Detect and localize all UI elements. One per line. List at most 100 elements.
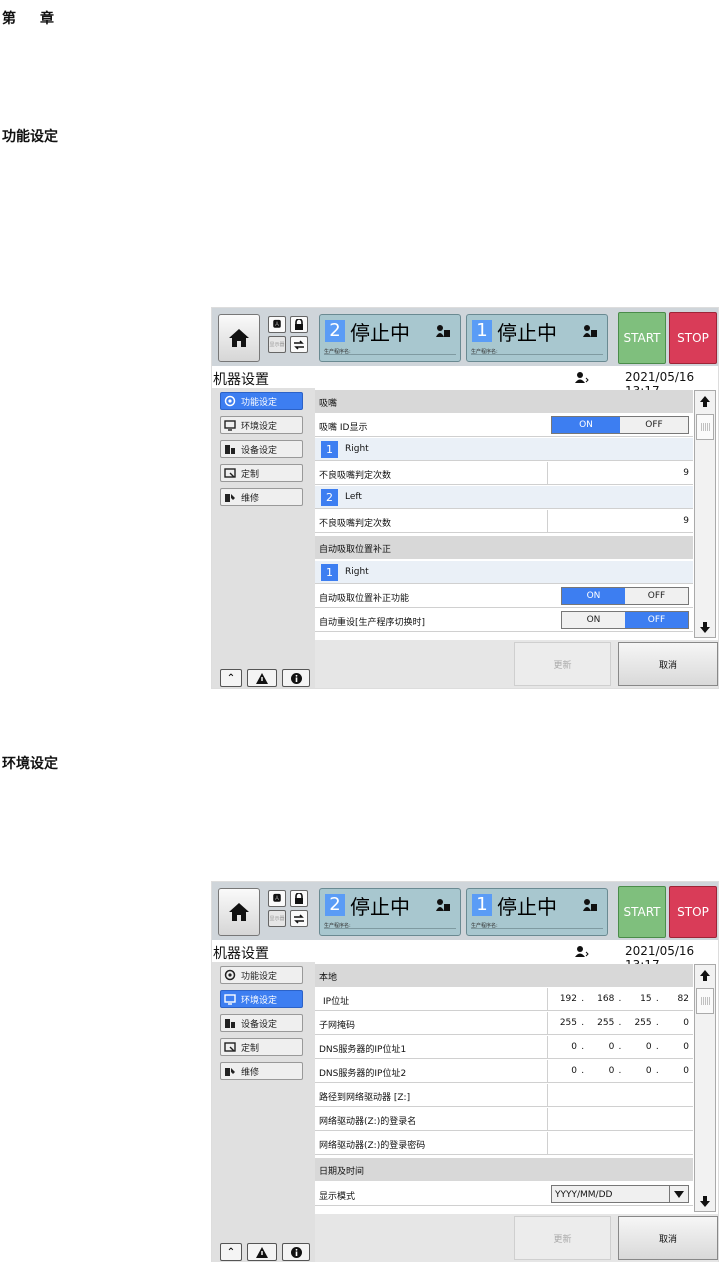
ip-address-value: 192. 168. 15. 82 [551,994,689,1004]
network-drive-password-field[interactable] [547,1132,694,1154]
network-drive-login-field[interactable] [547,1108,694,1130]
sidebar-item-custom[interactable]: 定制 [220,464,303,482]
scroll-up-button[interactable] [695,965,715,985]
scroll-thumb[interactable] [696,988,714,1014]
auto-mode-button[interactable]: 🅰 [268,890,286,907]
ip-octet: 255 [634,1018,652,1028]
setting-row: DNS服务器的IP位址2 0. 0. 0. 0 [315,1060,693,1083]
setting-label: 网络驱动器(Z:)的登录密码 [319,1141,426,1151]
cancel-button[interactable]: 取消 [618,1216,718,1260]
sidebar-item-function[interactable]: 功能设定 [220,392,303,410]
lock-button[interactable] [290,890,308,907]
lane-status-2[interactable]: 2 停止中 生产程序名: [319,888,461,936]
sidebar-item-device[interactable]: 设备设定 [220,440,303,458]
scrollbar[interactable] [694,390,716,638]
auto-mode-icon: 🅰 [273,894,281,903]
sidebar-item-device[interactable]: 设备设定 [220,1014,303,1032]
lane-status-text: 停止中 [497,895,557,919]
program-name-underline [324,928,456,929]
setting-label: 不良吸嘴判定次数 [319,519,392,529]
display-button[interactable]: 显示器 [268,910,286,927]
display-format-select[interactable]: YYYY/MM/DD [551,1185,689,1203]
setting-row: 路径到网络驱动器 [Z:] [315,1084,693,1107]
stop-button[interactable]: STOP [669,886,717,938]
bad-nozzle-count-field[interactable]: 9 [547,510,694,532]
operator-icon [583,325,597,337]
conveyor-button[interactable] [290,336,308,353]
sidebar-item-label: 维修 [241,1068,260,1078]
nozzle-id-display-toggle[interactable]: ON OFF [551,416,689,434]
stop-button[interactable]: STOP [669,312,717,364]
sidebar-item-environment[interactable]: 环境设定 [220,416,303,434]
sidebar-item-label: 设备设定 [241,446,278,456]
update-button[interactable]: 更新 [514,1216,611,1260]
setting-label: 吸嘴 ID显示 [319,423,368,433]
scroll-up-button[interactable] [695,391,715,411]
lane-status-1[interactable]: 1 停止中 生产程序名: [466,888,608,936]
dropdown-button[interactable] [669,1186,688,1202]
sidebar-item-environment[interactable]: 环境设定 [220,990,303,1008]
setting-value: 9 [683,468,689,478]
auto-pickup-correction-toggle[interactable]: ON OFF [561,587,689,605]
toggle-on[interactable]: ON [562,612,625,628]
collapse-button[interactable]: ⌃ [220,1243,242,1261]
top-bar: 🅰 显示器 2 停止中 生产程序名: 1 停止中 生产程序名: START ST… [212,882,718,940]
conveyor-button[interactable] [290,910,308,927]
display-button[interactable]: 显示器 [268,336,286,353]
sidebar-item-maintenance[interactable]: 维修 [220,488,303,506]
toggle-off[interactable]: OFF [620,417,688,433]
setting-row: 自动吸取位置补正功能 ON OFF [315,585,693,608]
ip-separator: . [618,1018,622,1028]
toggle-off[interactable]: OFF [625,588,688,604]
custom-icon [224,468,236,478]
lane-status-1[interactable]: 1 停止中 生产程序名: [466,314,608,362]
scrollbar[interactable] [694,964,716,1212]
collapse-button[interactable]: ⌃ [220,669,242,687]
update-button[interactable]: 更新 [514,642,611,686]
scroll-down-button[interactable] [695,617,715,637]
sidebar-item-maintenance[interactable]: 维修 [220,1062,303,1080]
auto-mode-button[interactable]: 🅰 [268,316,286,333]
sidebar-item-label: 设备设定 [241,1020,278,1030]
scroll-thumb[interactable] [696,414,714,440]
lock-button[interactable] [290,316,308,333]
cancel-button[interactable]: 取消 [618,642,718,686]
ip-octet: 0 [683,1042,689,1052]
title-row: 机器设置 2021/05/16 13:17 [212,368,718,398]
info-icon [290,672,302,684]
setting-row: 吸嘴 ID显示 ON OFF [315,414,693,437]
start-button[interactable]: START [618,312,666,364]
info-button[interactable] [282,1243,310,1261]
start-button[interactable]: START [618,886,666,938]
scroll-down-button[interactable] [695,1191,715,1211]
section-title: 吸嘴 [319,399,338,409]
lane-status-2[interactable]: 2 停止中 生产程序名: [319,314,461,362]
ip-separator: . [581,1066,585,1076]
setting-row: 子网掩码 255. 255. 255. 0 [315,1012,693,1035]
setting-label: 不良吸嘴判定次数 [319,471,392,481]
setting-row: 自动重设[生产程序切换时] ON OFF [315,609,693,632]
home-button[interactable] [218,314,260,362]
auto-reset-toggle[interactable]: ON OFF [561,611,689,629]
section-header: 吸嘴 [315,390,693,413]
ip-separator: . [655,1042,659,1052]
warning-button[interactable] [247,669,277,687]
warning-button[interactable] [247,1243,277,1261]
setting-row: DNS服务器的IP位址1 0. 0. 0. 0 [315,1036,693,1059]
bad-nozzle-count-field[interactable]: 9 [547,462,694,484]
home-button[interactable] [218,888,260,936]
toggle-off[interactable]: OFF [625,612,688,628]
info-button[interactable] [282,669,310,687]
ip-separator: . [618,1042,622,1052]
toggle-on[interactable]: ON [562,588,625,604]
network-drive-path-field[interactable] [547,1084,694,1106]
lane-status-text: 停止中 [350,895,410,919]
sidebar-item-function[interactable]: 功能设定 [220,966,303,984]
section-title: 本地 [319,973,338,983]
subnet-mask-value: 255. 255. 255. 0 [551,1018,689,1028]
toggle-on[interactable]: ON [552,417,620,433]
sidebar-item-custom[interactable]: 定制 [220,1038,303,1056]
lane-number: 1 [472,320,492,342]
display-button-label: 显示器 [269,342,285,348]
ip-octet: 0 [683,1066,689,1076]
